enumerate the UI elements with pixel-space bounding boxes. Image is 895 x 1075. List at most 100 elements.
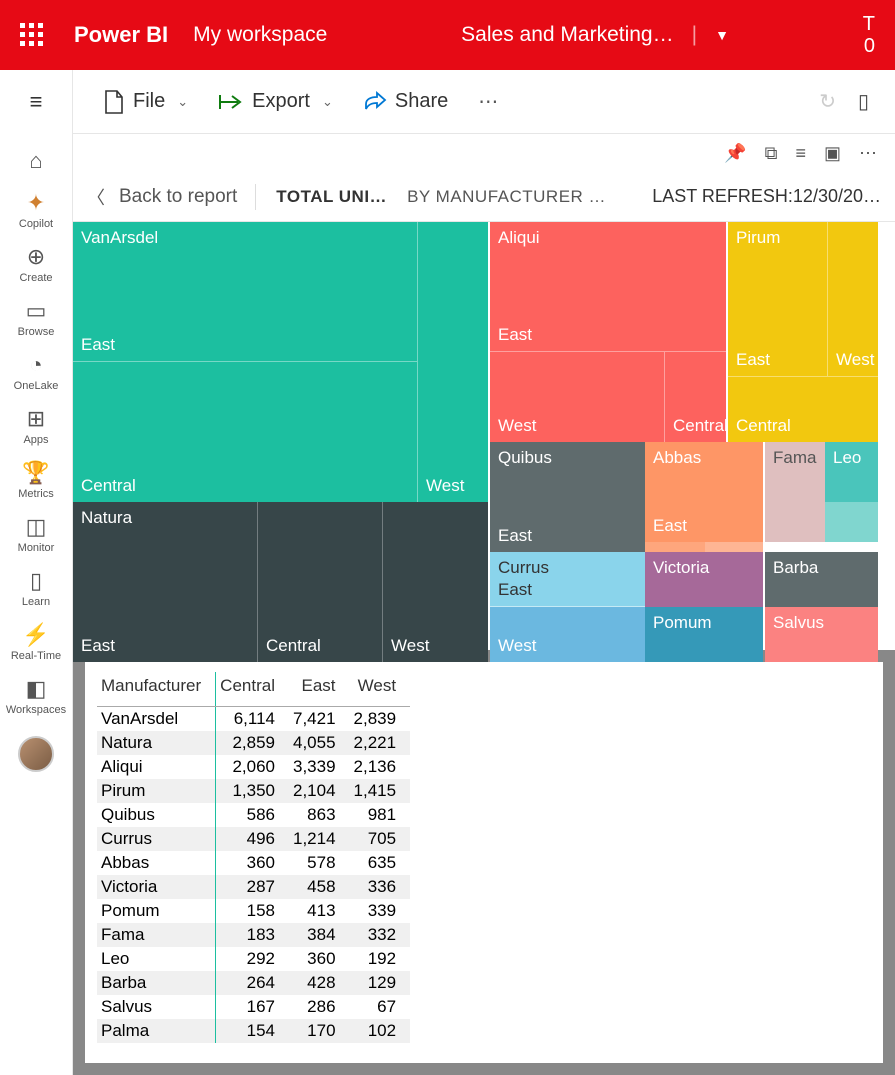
cell-value: 3,339 — [289, 755, 350, 779]
tab-total-units[interactable]: TOTAL UNI… — [276, 187, 387, 207]
col-manufacturer[interactable]: Manufacturer — [97, 672, 216, 707]
treemap-cell[interactable]: Leo — [825, 442, 878, 502]
workspace-label[interactable]: My workspace — [193, 23, 327, 47]
filter-icon[interactable]: ≡ — [795, 143, 806, 164]
treemap-cell[interactable]: West — [418, 222, 488, 502]
table-row[interactable]: Aliqui2,0603,3392,136 — [97, 755, 410, 779]
cell-value: 167 — [216, 995, 289, 1019]
nav-browse[interactable]: ▭Browse — [6, 292, 66, 344]
treemap-cell[interactable]: West — [828, 222, 878, 377]
table-row[interactable]: Salvus16728667 — [97, 995, 410, 1019]
data-table[interactable]: Manufacturer Central East West VanArsdel… — [85, 662, 883, 1063]
table-row[interactable]: VanArsdel6,1147,4212,839 — [97, 707, 410, 732]
treemap-cell[interactable]: Victoria — [645, 552, 763, 607]
treemap-cell[interactable]: Barba — [765, 552, 878, 607]
cell-value: 2,060 — [216, 755, 289, 779]
treemap-cell[interactable]: Central — [665, 352, 726, 442]
chevron-down-icon: ⌄ — [177, 94, 188, 110]
cell-value: 1,415 — [350, 779, 411, 803]
cell-manufacturer: Pirum — [97, 779, 216, 803]
treemap-cell[interactable]: Fama — [765, 442, 825, 542]
user-avatar[interactable] — [18, 736, 54, 772]
copilot-icon: ✦ — [27, 190, 45, 216]
cell-value: 586 — [216, 803, 289, 827]
more-icon[interactable]: ⋯ — [859, 143, 877, 164]
table-row[interactable]: Palma154170102 — [97, 1019, 410, 1043]
share-button[interactable]: Share — [353, 86, 458, 117]
visual-toolbar: 📌 ⧉ ≡ ▣ ⋯ — [73, 134, 895, 173]
treemap-chart[interactable]: VanArsdelEast Central West NaturaEast Ce… — [73, 222, 895, 650]
content-area: 📌 ⧉ ≡ ▣ ⋯ 〈 Back to report TOTAL UNI… BY… — [73, 134, 895, 1075]
table-row[interactable]: Victoria287458336 — [97, 875, 410, 899]
tab-by-manufacturer[interactable]: BY MANUFACTURER … — [407, 187, 606, 207]
table-row[interactable]: Fama183384332 — [97, 923, 410, 947]
treemap-cell[interactable]: Central — [73, 362, 418, 502]
book-icon: ▯ — [30, 568, 42, 594]
nav-metrics[interactable]: 🏆Metrics — [6, 454, 66, 506]
nav-monitor[interactable]: ◫Monitor — [6, 508, 66, 560]
nav-copilot[interactable]: ✦Copilot — [6, 184, 66, 236]
treemap-cell[interactable]: VanArsdelEast — [73, 222, 418, 362]
treemap-cell[interactable]: CurrusEast — [490, 552, 645, 607]
treemap-cell[interactable]: PirumEast — [728, 222, 828, 377]
treemap-cell[interactable]: Central — [258, 502, 383, 662]
cell-manufacturer: Abbas — [97, 851, 216, 875]
nav-home[interactable]: ⌂ — [6, 142, 66, 182]
table-row[interactable]: Abbas360578635 — [97, 851, 410, 875]
brand-label[interactable]: Power BI — [74, 22, 168, 48]
divider: | — [692, 23, 697, 47]
treemap-cell[interactable]: Central — [728, 377, 878, 442]
cell-value: 2,136 — [350, 755, 411, 779]
nav-workspaces[interactable]: ◧Workspaces — [6, 670, 66, 722]
treemap-cell[interactable]: Salvus — [765, 607, 878, 662]
cell-value: 413 — [289, 899, 350, 923]
back-to-report[interactable]: 〈 Back to report — [87, 184, 256, 210]
treemap-cell[interactable]: QuibusEast — [490, 442, 645, 552]
chevron-down-icon[interactable]: ▼ — [715, 27, 729, 43]
report-title[interactable]: Sales and Marketing… — [461, 23, 673, 47]
cell-value: 635 — [350, 851, 411, 875]
nav-create[interactable]: ⊕Create — [6, 238, 66, 290]
treemap-cell[interactable]: West — [383, 502, 488, 662]
copy-icon[interactable]: ⧉ — [765, 143, 778, 164]
treemap-cell[interactable]: Pomum — [645, 607, 763, 662]
table-visual-frame: Manufacturer Central East West VanArsdel… — [73, 650, 895, 1075]
home-icon: ⌂ — [29, 148, 42, 174]
refresh-icon[interactable]: ↻ — [819, 89, 836, 114]
table-row[interactable]: Barba264428129 — [97, 971, 410, 995]
header-right-text: T0 — [863, 13, 875, 57]
app-launcher-icon[interactable] — [20, 23, 44, 47]
file-menu[interactable]: File ⌄ — [93, 85, 198, 119]
bolt-icon: ⚡ — [22, 622, 49, 648]
table-row[interactable]: Currus4961,214705 — [97, 827, 410, 851]
col-east[interactable]: East — [289, 672, 350, 707]
treemap-cell[interactable] — [825, 502, 878, 542]
focus-icon[interactable]: ▣ — [824, 143, 841, 164]
table-row[interactable]: Leo292360192 — [97, 947, 410, 971]
nav-learn[interactable]: ▯Learn — [6, 562, 66, 614]
cell-manufacturer: Barba — [97, 971, 216, 995]
table-row[interactable]: Natura2,8594,0552,221 — [97, 731, 410, 755]
share-icon — [363, 91, 387, 113]
hamburger-icon[interactable]: ≡ — [30, 89, 43, 115]
treemap-cell[interactable]: NaturaEast — [73, 502, 258, 662]
table-row[interactable]: Quibus586863981 — [97, 803, 410, 827]
treemap-cell[interactable]: West — [490, 352, 665, 442]
table-row[interactable]: Pomum158413339 — [97, 899, 410, 923]
pin-icon[interactable]: 📌 — [724, 143, 746, 164]
cell-value: 360 — [216, 851, 289, 875]
treemap-cell[interactable]: AliquiEast — [490, 222, 726, 352]
table-row[interactable]: Pirum1,3502,1041,415 — [97, 779, 410, 803]
bookmark-icon[interactable]: ▯ — [858, 89, 869, 114]
col-central[interactable]: Central — [216, 672, 289, 707]
col-west[interactable]: West — [350, 672, 411, 707]
main-row: ⌂ ✦Copilot ⊕Create ▭Browse ◔OneLake ⊞App… — [0, 134, 895, 1075]
treemap-cell[interactable]: AbbasEast — [645, 442, 763, 542]
export-menu[interactable]: Export ⌄ — [208, 86, 343, 117]
nav-onelake[interactable]: ◔OneLake — [6, 346, 66, 398]
nav-apps[interactable]: ⊞Apps — [6, 400, 66, 452]
treemap-cell[interactable]: West — [490, 607, 645, 662]
more-options-icon[interactable]: ⋯ — [478, 89, 498, 114]
nav-realtime[interactable]: ⚡Real-Time — [6, 616, 66, 668]
cell-manufacturer: Fama — [97, 923, 216, 947]
